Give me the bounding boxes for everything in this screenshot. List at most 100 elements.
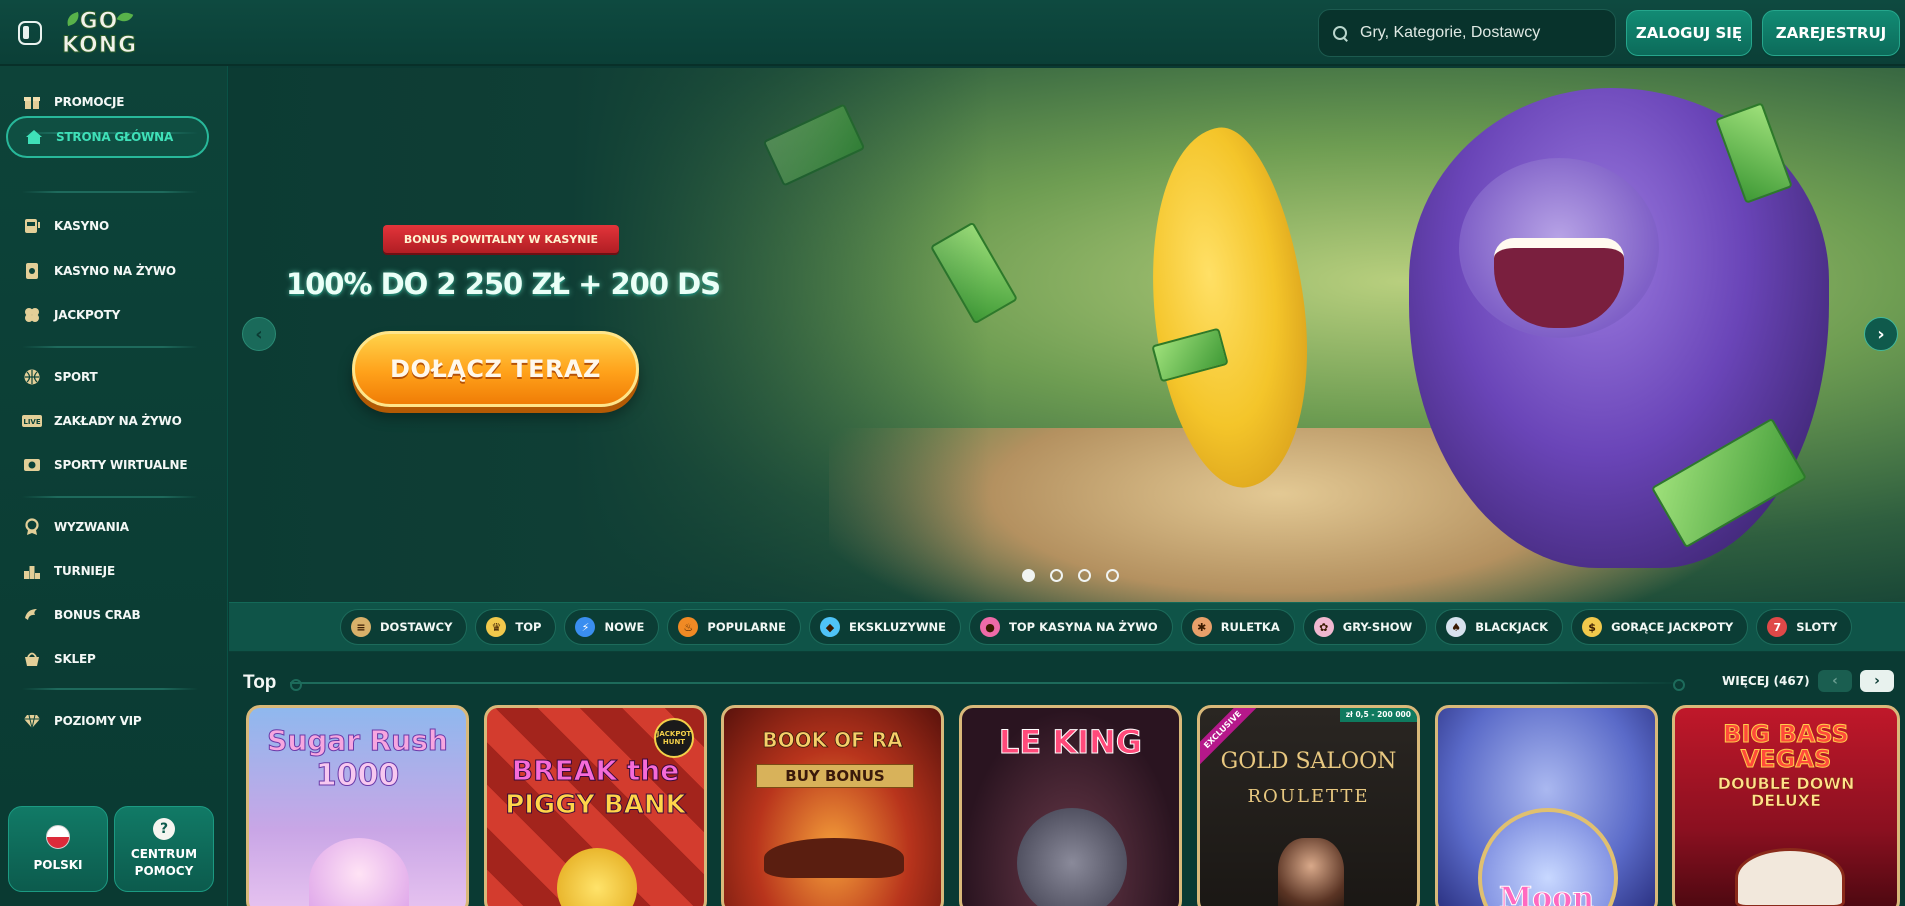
game-card-sugar-rush[interactable]: Sugar Rush 1000: [246, 705, 469, 906]
logo-text-bottom: KONG: [62, 33, 138, 59]
diamond-icon: [22, 711, 42, 731]
chip-popularne[interactable]: ♨ POPULARNE: [667, 609, 801, 645]
games-next-arrow-icon[interactable]: ›: [1860, 670, 1894, 692]
sidebar-item-label: SPORTY WIRTUALNE: [54, 458, 188, 472]
chip-icon: ●: [980, 617, 1001, 637]
sidebar-item-label: POZIOMY VIP: [54, 714, 142, 728]
chip-gry-show[interactable]: ✿ GRY-SHOW: [1302, 609, 1428, 645]
chip-label: POPULARNE: [707, 620, 786, 634]
sidebar: PROMOCJE STRONA GŁÓWNA KASYNO KASYNO NA …: [0, 66, 228, 906]
poland-flag-icon: [46, 824, 70, 849]
more-link[interactable]: WIĘCEJ (467): [1722, 674, 1810, 688]
svg-text:LIVE: LIVE: [23, 418, 40, 426]
divider: [22, 688, 198, 690]
raccoon-illustration: [1017, 808, 1127, 906]
sidebar-toggle-icon[interactable]: [18, 21, 42, 45]
chip-label: GRY-SHOW: [1342, 620, 1413, 634]
register-button[interactable]: ZAREJESTRUJ: [1762, 10, 1900, 56]
sidebar-item-turnieje[interactable]: TURNIEJE: [6, 550, 209, 592]
sidebar-item-label: BONUS CRAB: [54, 608, 141, 622]
buy-bonus-label: BUY BONUS: [756, 764, 914, 788]
crown-icon: ♛: [486, 617, 507, 637]
sidebar-item-poziomy-vip[interactable]: POZIOMY VIP: [6, 700, 209, 742]
game-card-le-king[interactable]: LE KING: [959, 705, 1182, 906]
chip-ruletka[interactable]: ✱ RULETKA: [1180, 609, 1295, 645]
carousel-dot[interactable]: [1078, 569, 1091, 582]
sidebar-item-label: ZAKŁADY NA ŻYWO: [54, 414, 182, 428]
chip-gorace-jackpoty[interactable]: $ GORĄCE JACKPOTY: [1571, 609, 1749, 645]
game-card-big-bass-vegas[interactable]: BIG BASS VEGAS DOUBLE DOWN DELUXE: [1672, 705, 1900, 906]
carousel-dot[interactable]: [1106, 569, 1119, 582]
sidebar-item-zaklady-na-zywo[interactable]: LIVE ZAKŁADY NA ŻYWO: [6, 400, 209, 442]
sidebar-item-kasyno[interactable]: KASYNO: [6, 205, 209, 247]
home-icon: [24, 127, 44, 147]
game-card-break-the-piggy-bank[interactable]: JACKPOT HUNT BREAK the PIGGY BANK: [484, 705, 707, 906]
hero-headline: 100% DO 2 250 ZŁ + 200 DS: [285, 267, 721, 301]
section-title: Top: [243, 672, 277, 693]
dealer-illustration: [1278, 838, 1344, 906]
join-now-button[interactable]: DOŁĄCZ TERAZ: [352, 331, 639, 407]
roulette-icon: ✱: [1191, 617, 1212, 637]
logo-text-top: GO: [79, 9, 119, 35]
sidebar-item-label: KASYNO NA ŻYWO: [54, 264, 176, 278]
slot-machine-icon: [22, 216, 42, 236]
game-card-gold-saloon-roulette[interactable]: EXCLUSIVE zł 0,5 - 200 000 GOLD SALOON R…: [1197, 705, 1420, 906]
chip-label: DOSTAWCY: [380, 620, 453, 634]
hero-next-arrow-icon[interactable]: ›: [1864, 317, 1898, 351]
game-subtitle: 1000: [315, 758, 400, 793]
sidebar-item-kasyno-na-zywo[interactable]: KASYNO NA ŻYWO: [6, 250, 209, 292]
sidebar-item-label: PROMOCJE: [54, 95, 125, 109]
hero-prev-arrow-icon[interactable]: ‹: [242, 317, 276, 351]
chip-ekskluzywne[interactable]: ◆ EKSKLUZYWNE: [808, 609, 962, 645]
chip-label: GORĄCE JACKPOTY: [1611, 620, 1734, 634]
games-prev-arrow-icon[interactable]: ‹: [1818, 670, 1852, 692]
chip-dostawcy[interactable]: ≡ DOSTAWCY: [340, 609, 468, 645]
chip-top[interactable]: ♛ TOP: [475, 609, 557, 645]
help-center-button[interactable]: ? CENTRUM POMOCY: [114, 806, 214, 892]
game-title: BREAK the: [511, 754, 680, 787]
cowboy-hat-illustration: [1735, 848, 1845, 906]
sidebar-item-strona-glowna[interactable]: STRONA GŁÓWNA: [6, 116, 209, 158]
search-input[interactable]: [1360, 24, 1600, 42]
live-card-icon: [22, 261, 42, 281]
game-title: Sugar Rush: [267, 724, 449, 757]
explorer-hat-illustration: [764, 838, 904, 878]
login-button[interactable]: ZALOGUJ SIĘ: [1626, 10, 1752, 56]
sidebar-item-label: KASYNO: [54, 219, 109, 233]
game-title: BOOK OF RA: [762, 728, 903, 752]
game-card-book-of-ra[interactable]: BOOK OF RA BUY BONUS: [721, 705, 944, 906]
sidebar-item-sporty-wirtualne[interactable]: SPORTY WIRTUALNE: [6, 444, 209, 486]
chip-top-kasyna-na-zywo[interactable]: ● TOP KASYNA NA ŻYWO: [969, 609, 1173, 645]
chip-label: BLACKJACK: [1475, 620, 1549, 634]
category-chips: ≡ DOSTAWCY ♛ TOP ⚡ NOWE ♨ POPULARNE ◆ EKSKLUZ…: [340, 609, 1853, 645]
chip-nowe[interactable]: ⚡ NOWE: [564, 609, 660, 645]
game-title: BIG BASS VEGAS: [1723, 720, 1850, 774]
cards-icon: ♠: [1446, 617, 1467, 637]
chip-blackjack[interactable]: ♠ BLACKJACK: [1435, 609, 1564, 645]
section-divider: [290, 679, 1685, 691]
language-label: POLSKI: [33, 857, 83, 872]
game-card-moon[interactable]: Moon: [1435, 705, 1658, 906]
gift-icon: [22, 92, 42, 112]
carousel-dot[interactable]: [1022, 569, 1035, 582]
carousel-dot[interactable]: [1050, 569, 1063, 582]
sidebar-item-sklep[interactable]: SKLEP: [6, 638, 209, 680]
search-box[interactable]: [1318, 9, 1616, 57]
bonus-tag: BONUS POWITALNY W KASYNIE: [383, 225, 619, 253]
clover-icon: [22, 305, 42, 325]
sidebar-item-bonus-crab[interactable]: BONUS CRAB: [6, 594, 209, 636]
sidebar-item-label: SPORT: [54, 370, 98, 384]
sidebar-item-sport[interactable]: SPORT: [6, 356, 209, 398]
jackpot-hunt-badge: JACKPOT HUNT: [654, 718, 694, 758]
chip-sloty[interactable]: 7 SLOTY: [1756, 609, 1853, 645]
game-subtitle: ROULETTE: [1247, 786, 1370, 807]
sidebar-item-label: JACKPOTY: [54, 308, 121, 322]
sidebar-item-jackpoty[interactable]: JACKPOTY: [6, 294, 209, 336]
sidebar-item-wyzwania[interactable]: WYZWANIA: [6, 506, 209, 548]
gokong-logo[interactable]: GO KONG: [62, 6, 138, 60]
chip-label: RULETKA: [1220, 620, 1280, 634]
sidebar-item-label: SKLEP: [54, 652, 96, 666]
language-selector[interactable]: POLSKI: [8, 806, 108, 892]
game-title: GOLD SALOON: [1220, 749, 1397, 774]
game-title: LE KING: [998, 723, 1143, 761]
